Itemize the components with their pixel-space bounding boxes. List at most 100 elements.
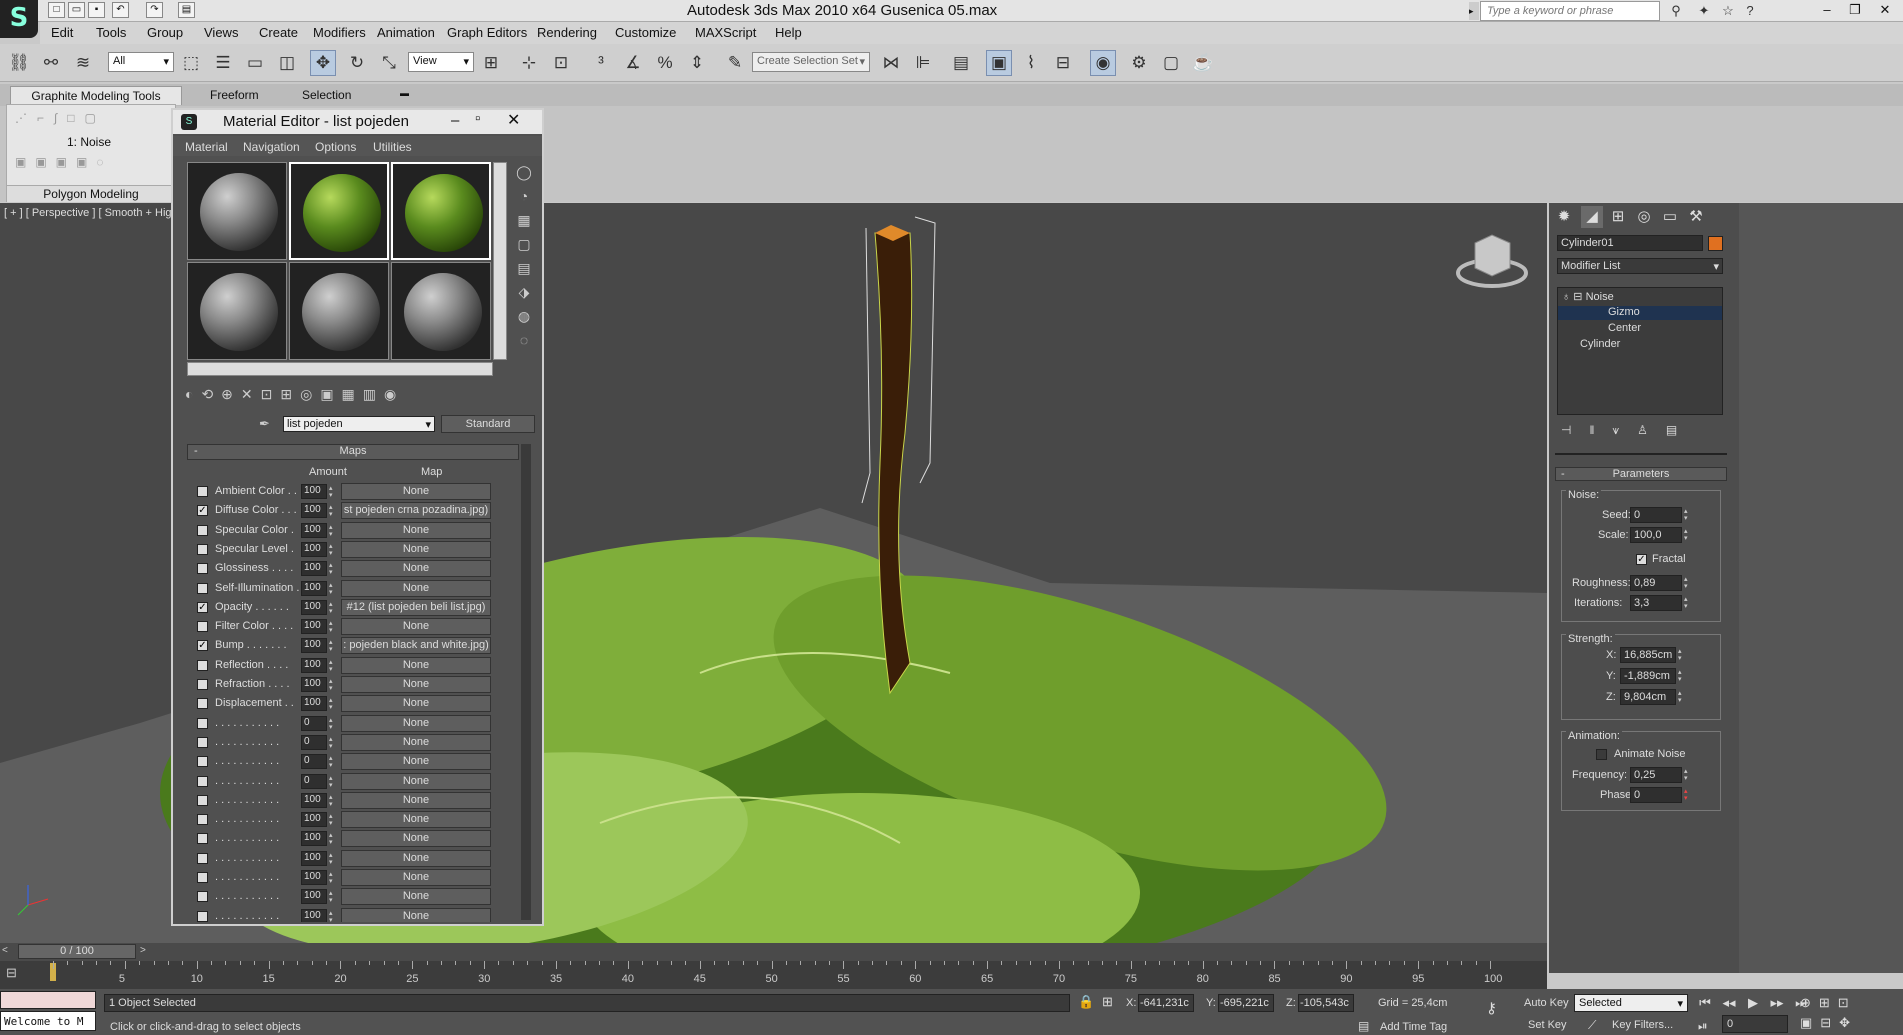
spinner-arrows-icon[interactable]: ▴ ▾ — [329, 601, 335, 615]
undo-icon[interactable]: ↶ — [112, 2, 129, 18]
map-enable-checkbox[interactable]: ✓ — [197, 640, 208, 652]
select-object-icon[interactable]: ⬚ — [178, 50, 204, 76]
set-key-button[interactable]: Set Key — [1528, 1019, 1567, 1031]
auto-key-button[interactable]: Auto Key — [1524, 997, 1569, 1009]
map-amount-spinner[interactable]: 0 — [301, 715, 327, 731]
menu-options[interactable]: Options — [315, 140, 356, 154]
map-enable-checkbox[interactable] — [197, 736, 208, 748]
map-enable-checkbox[interactable] — [197, 872, 208, 883]
strength-y-spinner[interactable]: -1,889cm — [1620, 668, 1676, 684]
map-enable-checkbox[interactable]: ✓ — [197, 601, 208, 613]
menu-views[interactable]: Views — [204, 25, 238, 40]
viewport-label[interactable]: [ + ] [ Perspective ] [ Smooth + High — [4, 207, 178, 219]
spinner-arrows-icon[interactable]: ▴ ▾ — [1684, 576, 1690, 590]
save-file-icon[interactable]: ▪ — [88, 2, 105, 18]
snaps-toggle-icon[interactable]: ³ — [588, 50, 614, 76]
spinner-arrows-icon[interactable]: ▴ ▾ — [329, 736, 335, 750]
maxscript-listener-output[interactable]: Welcome to M — [0, 1011, 96, 1031]
map-amount-spinner[interactable]: 100 — [301, 580, 327, 596]
tab-graphite-modeling-tools[interactable]: Graphite Modeling Tools — [10, 86, 182, 105]
viewport-navigation-icons[interactable]: ⊕⊞⊡ ▣⊟✥ — [1800, 993, 1900, 1033]
expand-arrow-icon[interactable]: ▸ — [1469, 2, 1479, 20]
map-amount-spinner[interactable]: 100 — [301, 541, 327, 557]
material-editor-icon[interactable]: ◉ — [1090, 50, 1116, 76]
spinner-arrows-icon[interactable]: ▴ ▾ — [1684, 768, 1690, 782]
graphite-modeling-toggle-icon[interactable]: ▣ — [986, 50, 1012, 76]
spinner-arrows-icon[interactable]: ▴ ▾ — [329, 678, 335, 692]
object-color-swatch[interactable] — [1708, 236, 1723, 251]
create-tab-icon[interactable]: ✹ — [1553, 206, 1575, 228]
coord-z-field[interactable]: -105,543c — [1298, 994, 1354, 1012]
menu-group[interactable]: Group — [147, 25, 183, 40]
eyedropper-icon[interactable]: ✒ — [259, 416, 270, 432]
select-manipulate-icon[interactable]: ⊹ — [516, 50, 542, 76]
percent-snap-icon[interactable]: % — [652, 50, 678, 76]
menu-utilities[interactable]: Utilities — [373, 140, 412, 154]
spinner-arrows-icon[interactable]: ▴ ▾ — [329, 832, 335, 846]
spinner-arrows-icon[interactable]: ▴ ▾ — [329, 620, 335, 634]
map-amount-spinner[interactable]: 100 — [301, 561, 327, 577]
menu-tools[interactable]: Tools — [96, 25, 126, 40]
spinner-arrows-icon[interactable]: ▴ ▾ — [1678, 648, 1684, 662]
sample-slot-active[interactable] — [391, 162, 491, 260]
map-amount-spinner[interactable]: 100 — [301, 889, 327, 905]
spinner-arrows-icon[interactable]: ▴ ▾ — [329, 794, 335, 808]
polygon-tools-icon[interactable]: ⋰⌐∫□▢ — [15, 111, 165, 127]
map-slot-button[interactable]: None — [341, 714, 491, 732]
menu-navigation[interactable]: Navigation — [243, 140, 300, 154]
spinner-snap-icon[interactable]: ⇕ — [684, 50, 710, 76]
spinner-arrows-icon[interactable]: ▴ ▾ — [329, 775, 335, 789]
map-enable-checkbox[interactable] — [197, 891, 208, 903]
spinner-arrows-icon[interactable]: ▴ ▾ — [329, 871, 335, 885]
sample-slot[interactable] — [289, 162, 389, 260]
render-setup-icon[interactable]: ⚙ — [1126, 50, 1152, 76]
slots-horizontal-scrollbar[interactable] — [187, 362, 493, 376]
new-file-icon[interactable]: □ — [48, 2, 65, 18]
application-logo-icon[interactable]: S — [0, 0, 38, 38]
map-slot-button[interactable]: None — [341, 753, 491, 771]
spinner-arrows-icon[interactable]: ▴ ▾ — [329, 562, 335, 576]
time-slider-next-icon[interactable]: > — [140, 945, 146, 956]
map-slot-button[interactable]: None — [341, 849, 491, 867]
map-enable-checkbox[interactable] — [197, 794, 208, 806]
map-slot-button[interactable]: None — [341, 656, 491, 674]
map-slot-button[interactable]: None — [341, 791, 491, 809]
maps-rollout-header[interactable]: - Maps — [187, 444, 519, 460]
spinner-arrows-icon[interactable]: ▴ ▾ — [329, 890, 335, 904]
material-toolbar-icons[interactable]: ◐⟲⊕✕⊡⊞◎▣▦▥◉ — [185, 386, 525, 406]
strength-z-spinner[interactable]: 9,804cm — [1620, 689, 1676, 705]
close-icon[interactable]: ✕ — [507, 110, 520, 130]
map-enable-checkbox[interactable] — [197, 621, 208, 633]
redo-icon[interactable]: ↷ — [146, 2, 163, 18]
map-slot-button[interactable]: None — [341, 521, 491, 539]
hierarchy-tab-icon[interactable]: ⊞ — [1607, 206, 1629, 228]
spinner-arrows-icon[interactable]: ▴ ▾ — [329, 755, 335, 769]
layer-manager-icon[interactable]: ▤ — [948, 50, 974, 76]
map-enable-checkbox[interactable] — [197, 486, 208, 497]
modify-tab-icon[interactable]: ◢ — [1581, 206, 1603, 228]
rectangular-selection-icon[interactable]: ▭ — [242, 50, 268, 76]
binoculars-icon[interactable]: ⚲ — [1666, 2, 1686, 20]
spinner-arrows-icon[interactable]: ▴ ▾ — [1684, 508, 1690, 522]
spinner-arrows-icon[interactable]: ▴ ▾ — [329, 813, 335, 827]
go-to-start-icon[interactable]: ⏮ — [1694, 993, 1716, 1013]
map-slot-button[interactable]: None — [341, 560, 491, 578]
open-file-icon[interactable]: ▭ — [68, 2, 85, 18]
close-button[interactable]: ✕ — [1870, 0, 1900, 20]
map-amount-spinner[interactable]: 100 — [301, 638, 327, 654]
map-amount-spinner[interactable]: 100 — [301, 599, 327, 615]
render-production-icon[interactable]: ☕ — [1190, 50, 1216, 76]
viewcube-icon[interactable] — [1456, 234, 1528, 288]
map-enable-checkbox[interactable] — [197, 582, 208, 594]
lightbulb-icon[interactable]: ♁ — [1562, 291, 1570, 303]
map-slot-button[interactable]: None — [341, 483, 491, 500]
key-mode-toggle-icon[interactable]: ⏯ — [1698, 1019, 1708, 1034]
map-amount-spinner[interactable]: 0 — [301, 773, 327, 789]
sample-slot[interactable] — [289, 262, 389, 360]
spinner-arrows-icon[interactable]: ▴ ▾ — [1678, 669, 1684, 683]
key-mode-dropdown[interactable]: Selected ▾ — [1574, 994, 1688, 1012]
motion-tab-icon[interactable]: ◎ — [1633, 206, 1655, 228]
map-enable-checkbox[interactable] — [197, 717, 208, 729]
modifier-list-dropdown[interactable]: Modifier List ▾ — [1557, 258, 1723, 274]
favorites-star-icon[interactable]: ☆ — [1718, 2, 1738, 20]
